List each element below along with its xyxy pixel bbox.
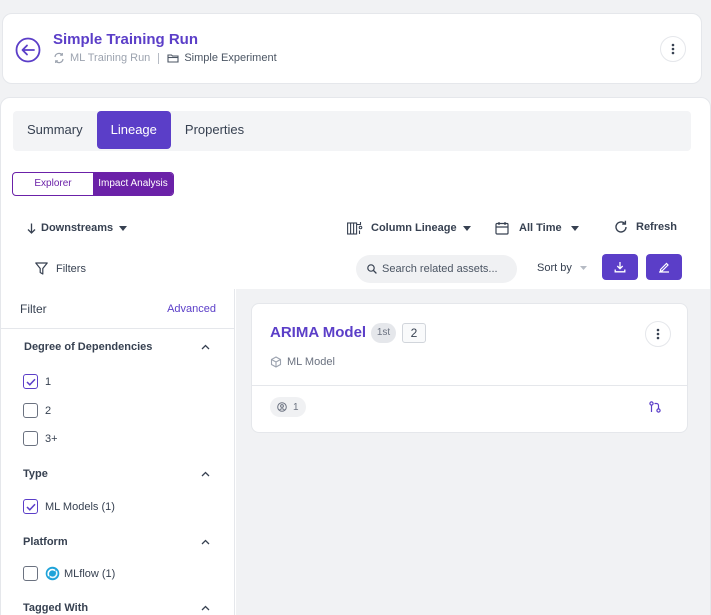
type-option-ml-models[interactable]: ML Models (1) <box>23 499 115 514</box>
direction-dropdown[interactable]: Downstreams <box>27 222 128 234</box>
checkbox-checked[interactable] <box>23 499 38 514</box>
filters-button[interactable]: Filters <box>35 262 86 275</box>
direction-label: Downstreams <box>41 222 114 234</box>
owners-count: 1 <box>293 401 299 413</box>
sort-dropdown[interactable]: Sort by <box>537 262 587 274</box>
page-title: Simple Training Run <box>53 31 199 48</box>
results-area: ARIMA Model 1st 2 ML Model 1 <box>236 289 710 615</box>
asset-type-label: ML Model <box>287 356 335 368</box>
degree-badge: 1st <box>371 323 396 343</box>
caret-down-icon <box>462 225 471 231</box>
degree-option-1-label: 1 <box>45 375 52 388</box>
search-placeholder: Search related assets... <box>382 263 498 275</box>
edit-icon <box>659 262 669 273</box>
result-card[interactable]: ARIMA Model 1st 2 ML Model 1 <box>251 303 688 433</box>
chevron-up-icon <box>201 605 210 611</box>
filter-options: 1 2 3+ Type ML Models (1) Platform MLflo… <box>0 288 234 615</box>
degree-option-3plus-label: 3+ <box>45 432 58 445</box>
cube-icon <box>270 356 282 368</box>
refresh-icon <box>615 220 627 233</box>
platform-section-header[interactable]: Platform <box>23 536 210 548</box>
more-options-icon[interactable] <box>645 321 671 347</box>
more-options-icon[interactable] <box>660 36 686 62</box>
user-icon <box>277 402 287 412</box>
search-related-assets-input[interactable]: Search related assets... <box>356 255 517 283</box>
chevron-up-icon <box>201 539 210 545</box>
owners-pill[interactable]: 1 <box>270 397 306 417</box>
degree-option-2-label: 2 <box>45 404 52 417</box>
degree-option-2[interactable]: 2 <box>23 403 51 418</box>
breadcrumb-divider <box>158 52 160 64</box>
platform-option-label: MLflow (1) <box>64 567 116 580</box>
refresh-label: Refresh <box>636 221 677 233</box>
count-badge: 2 <box>402 323 426 343</box>
type-section-header[interactable]: Type <box>23 468 210 480</box>
impact-analysis-toggle[interactable]: Impact Analysis <box>93 173 173 195</box>
checkbox-checked[interactable] <box>23 374 38 389</box>
breadcrumb-parent-link[interactable]: Simple Experiment <box>184 52 276 64</box>
sort-label: Sort by <box>537 262 572 274</box>
column-lineage-dropdown[interactable]: Column Lineage <box>347 221 471 235</box>
card-divider <box>252 385 687 386</box>
column-lineage-label: Column Lineage <box>371 222 457 234</box>
degree-option-1[interactable]: 1 <box>23 374 51 389</box>
checkbox-unchecked[interactable] <box>23 566 38 581</box>
back-icon[interactable] <box>14 36 42 64</box>
chevron-up-icon <box>201 471 210 477</box>
entity-header: Simple Training Run ML Training Run Simp… <box>2 13 702 84</box>
mlflow-logo-icon <box>45 566 60 581</box>
caret-down-icon <box>570 225 579 231</box>
tab-lineage[interactable]: Lineage <box>96 111 171 149</box>
arrow-down-icon <box>27 223 36 234</box>
search-icon <box>367 264 377 274</box>
calendar-icon <box>495 222 509 235</box>
entity-type-label: ML Training Run <box>70 52 151 64</box>
column-lineage-icon <box>347 222 363 235</box>
download-button[interactable] <box>602 254 638 280</box>
type-option-label: ML Models (1) <box>45 500 115 513</box>
edit-button[interactable] <box>646 254 682 280</box>
tab-summary[interactable]: Summary <box>13 111 97 149</box>
filter-icon <box>35 262 48 275</box>
download-icon <box>614 262 626 273</box>
tagged-section-title: Tagged With <box>23 602 89 614</box>
view-mode-toggle: Explorer Impact Analysis <box>12 172 174 196</box>
asset-type: ML Model <box>270 356 335 368</box>
refresh-button[interactable]: Refresh <box>614 220 677 234</box>
explorer-toggle[interactable]: Explorer <box>13 173 93 195</box>
training-run-icon <box>53 52 65 64</box>
caret-down-icon <box>119 225 128 231</box>
checkbox-unchecked[interactable] <box>23 431 38 446</box>
tab-bar: Summary Lineage Properties <box>13 111 691 151</box>
checkbox-unchecked[interactable] <box>23 403 38 418</box>
degree-option-3plus[interactable]: 3+ <box>23 431 58 446</box>
asset-name-link[interactable]: ARIMA Model <box>270 324 366 341</box>
type-section-title: Type <box>23 468 48 480</box>
time-range-dropdown[interactable]: All Time <box>495 221 579 235</box>
folder-icon <box>167 52 179 64</box>
time-range-label: All Time <box>519 222 562 234</box>
breadcrumb: ML Training Run Simple Experiment <box>53 52 277 64</box>
caret-down-icon <box>579 266 587 270</box>
lineage-path-icon[interactable] <box>649 401 661 413</box>
tagged-section-header[interactable]: Tagged With <box>23 602 210 614</box>
tab-properties[interactable]: Properties <box>171 111 258 149</box>
platform-section-title: Platform <box>23 536 68 548</box>
filters-label: Filters <box>56 262 86 275</box>
platform-option-mlflow[interactable]: MLflow (1) <box>23 566 115 581</box>
